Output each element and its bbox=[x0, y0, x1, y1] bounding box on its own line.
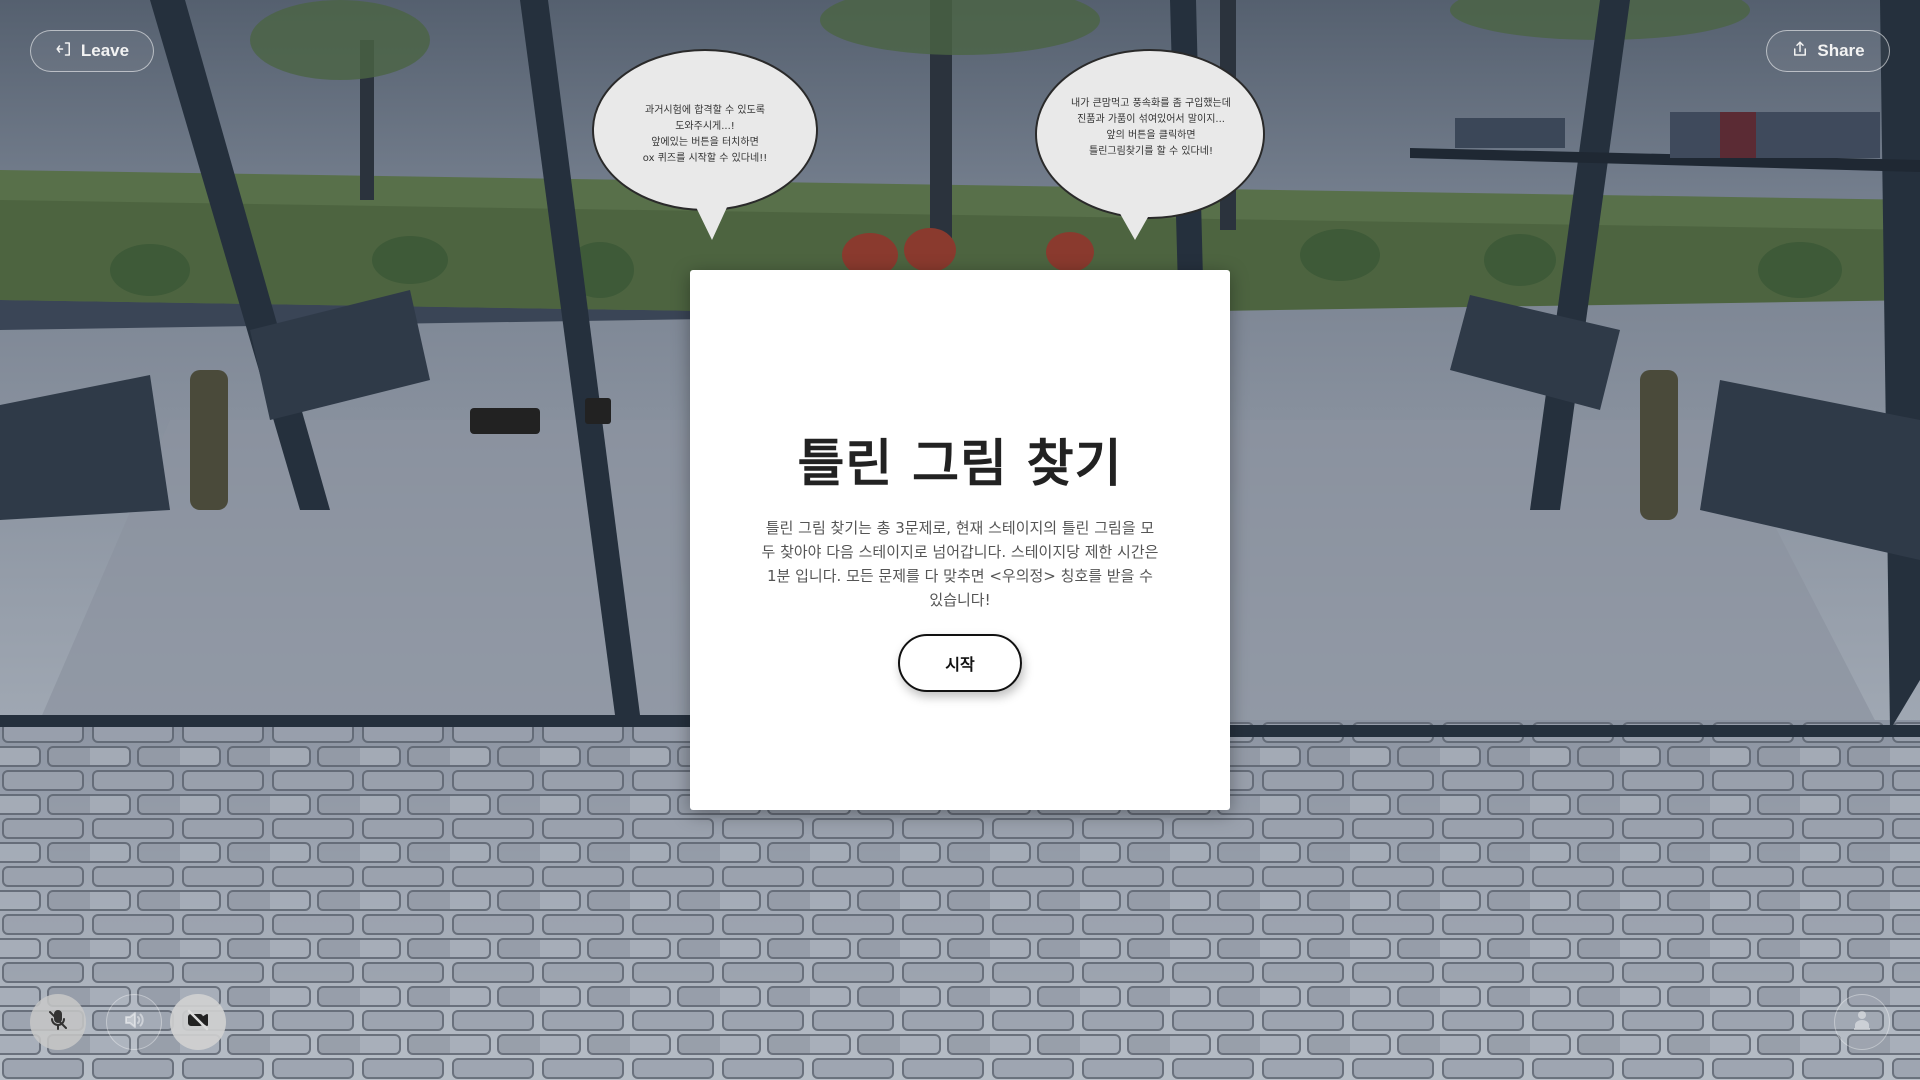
leave-button[interactable]: Leave bbox=[30, 30, 154, 72]
leave-label: Leave bbox=[80, 41, 130, 60]
modal-title: 틀린 그림 찾기 bbox=[797, 435, 1123, 494]
camera-off-icon bbox=[186, 1008, 210, 1036]
start-button[interactable]: 시작 bbox=[898, 634, 1022, 692]
speech-bubble-right: 내가 큰맘먹고 풍속화를 좀 구입했는데 진품과 가품이 섞여있어서 말이지..… bbox=[1071, 98, 1231, 157]
speaker-toggle-button[interactable] bbox=[106, 994, 162, 1050]
speech-bubble-left: 과거시험에 합격할 수 있도록 도와주시게...! 앞에있는 버튼을 터치하면 … bbox=[642, 105, 768, 164]
avatar-settings-button[interactable] bbox=[1834, 994, 1890, 1050]
share-icon bbox=[1791, 40, 1809, 63]
game-intro-modal: 틀린 그림 찾기 틀린 그림 찾기는 총 3문제로, 현재 스테이지의 틀린 그… bbox=[690, 270, 1230, 810]
avatar-icon bbox=[1850, 1008, 1874, 1036]
modal-description: 틀린 그림 찾기는 총 3문제로, 현재 스테이지의 틀린 그림을 모두 찾아야… bbox=[761, 519, 1159, 609]
share-label: Share bbox=[1817, 41, 1865, 60]
camera-toggle-button[interactable] bbox=[170, 994, 226, 1050]
speaker-icon bbox=[122, 1008, 146, 1036]
exit-icon bbox=[55, 40, 73, 63]
share-button[interactable]: Share bbox=[1766, 30, 1890, 72]
mic-off-icon bbox=[46, 1008, 70, 1036]
mic-toggle-button[interactable] bbox=[30, 994, 86, 1050]
